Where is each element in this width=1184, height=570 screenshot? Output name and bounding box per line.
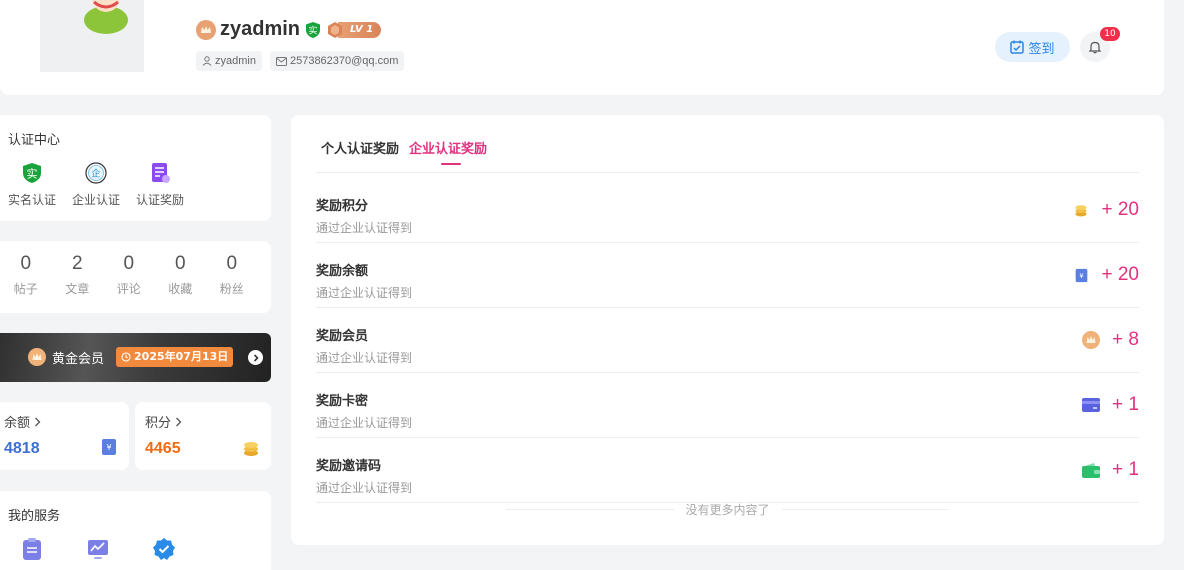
- wallet-icon: [1082, 463, 1101, 478]
- real-name-icon: 实: [23, 163, 41, 183]
- no-more-content: 没有更多内容了: [506, 501, 950, 518]
- stat-favorites[interactable]: 0 收藏: [155, 253, 207, 297]
- stat-posts[interactable]: 0 帖子: [0, 253, 52, 297]
- svg-text:¥: ¥: [1080, 272, 1084, 280]
- email-chip: 2573862370@qq.com: [269, 51, 405, 71]
- svg-text:实: 实: [309, 24, 318, 36]
- level-badge: LV 1: [326, 21, 382, 39]
- tabs-divider: [316, 172, 1139, 173]
- chart-monitor-icon[interactable]: [86, 537, 110, 561]
- stat-comments[interactable]: 0 评论: [103, 253, 155, 297]
- vip-membership-card[interactable]: 黄金会员 2025年07月13日: [0, 333, 271, 382]
- clipboard-icon[interactable]: [20, 537, 44, 561]
- mail-icon: [275, 56, 287, 66]
- calendar-check-icon: [1010, 40, 1025, 54]
- yuan-icon: ¥: [1076, 268, 1088, 282]
- tab-personal-reward[interactable]: 个人认证奖励: [321, 138, 399, 157]
- services-title: 我的服务: [8, 509, 61, 524]
- yuan-icon: ¥: [102, 439, 116, 455]
- verified-check-icon[interactable]: [152, 537, 176, 561]
- my-services-card: 我的服务: [0, 491, 271, 570]
- balance-value: 4818: [4, 440, 40, 457]
- clock-icon: [121, 352, 131, 362]
- profile-header: zyadmin 实 LV 1 zyadmin 2573862370@qq.com…: [0, 0, 1164, 95]
- svg-text:¥: ¥: [106, 443, 111, 452]
- reward-doc-icon: [152, 163, 171, 183]
- reward-row-points: 奖励积分 通过企业认证得到 + 20: [316, 178, 1139, 243]
- coins-icon: [1075, 205, 1088, 217]
- points-card[interactable]: 积分 4465: [135, 402, 271, 470]
- svg-text:实: 实: [27, 167, 38, 181]
- balance-card[interactable]: 余额 4818 ¥: [0, 402, 129, 470]
- notification-count-badge: 10: [1100, 27, 1120, 41]
- stats-card: 0 帖子 2 文章 0 评论 0 收藏 0 粉丝: [0, 241, 271, 313]
- chevron-right-icon: [35, 417, 41, 426]
- points-value: 4465: [145, 440, 181, 457]
- reward-row-invite-code: 奖励邀请码 通过企业认证得到 + 1: [316, 438, 1139, 503]
- crown-icon: [1082, 331, 1101, 349]
- stat-followers[interactable]: 0 粉丝: [206, 253, 258, 297]
- crown-badge-icon: [196, 19, 216, 40]
- enterprise-icon: 企: [85, 162, 107, 184]
- reward-row-membership: 奖励会员 通过企业认证得到 + 8: [316, 308, 1139, 373]
- user-icon: [202, 56, 212, 66]
- reward-row-balance: 奖励余额 通过企业认证得到 ¥ + 20: [316, 243, 1139, 308]
- enterprise-verify-item[interactable]: 企 企业认证: [72, 161, 120, 208]
- verify-reward-panel: 个人认证奖励 企业认证奖励 奖励积分 通过企业认证得到 + 20 奖励余额 通过…: [291, 115, 1164, 545]
- username: zyadmin: [220, 18, 301, 40]
- verify-center-card: 认证中心 实 实名认证 企 企业认证 认证奖励: [0, 115, 271, 221]
- vip-label: 黄金会员: [52, 351, 105, 367]
- tab-enterprise-reward[interactable]: 企业认证奖励: [409, 138, 487, 165]
- verify-center-title: 认证中心: [8, 133, 61, 148]
- bell-icon: [1088, 41, 1102, 54]
- gold-crown-icon: [28, 348, 46, 366]
- checkin-button[interactable]: 签到: [995, 32, 1070, 62]
- avatar[interactable]: [40, 0, 144, 72]
- vip-arrow-icon[interactable]: [248, 350, 263, 365]
- reward-row-card-key: 奖励卡密 通过企业认证得到 + 1: [316, 373, 1139, 438]
- card-icon: [1082, 398, 1101, 412]
- coins-icon: [244, 442, 258, 456]
- real-name-verify-item[interactable]: 实 实名认证: [8, 161, 56, 208]
- chevron-right-icon: [176, 417, 182, 426]
- stat-articles[interactable]: 2 文章: [52, 253, 104, 297]
- verified-badge-icon: 实: [304, 21, 322, 39]
- vip-expiry-badge: 2025年07月13日: [116, 347, 234, 367]
- svg-text:企: 企: [92, 168, 101, 180]
- login-name-chip: zyadmin: [196, 51, 262, 71]
- level-gem-icon: [328, 21, 343, 38]
- verify-reward-item[interactable]: 认证奖励: [136, 161, 184, 208]
